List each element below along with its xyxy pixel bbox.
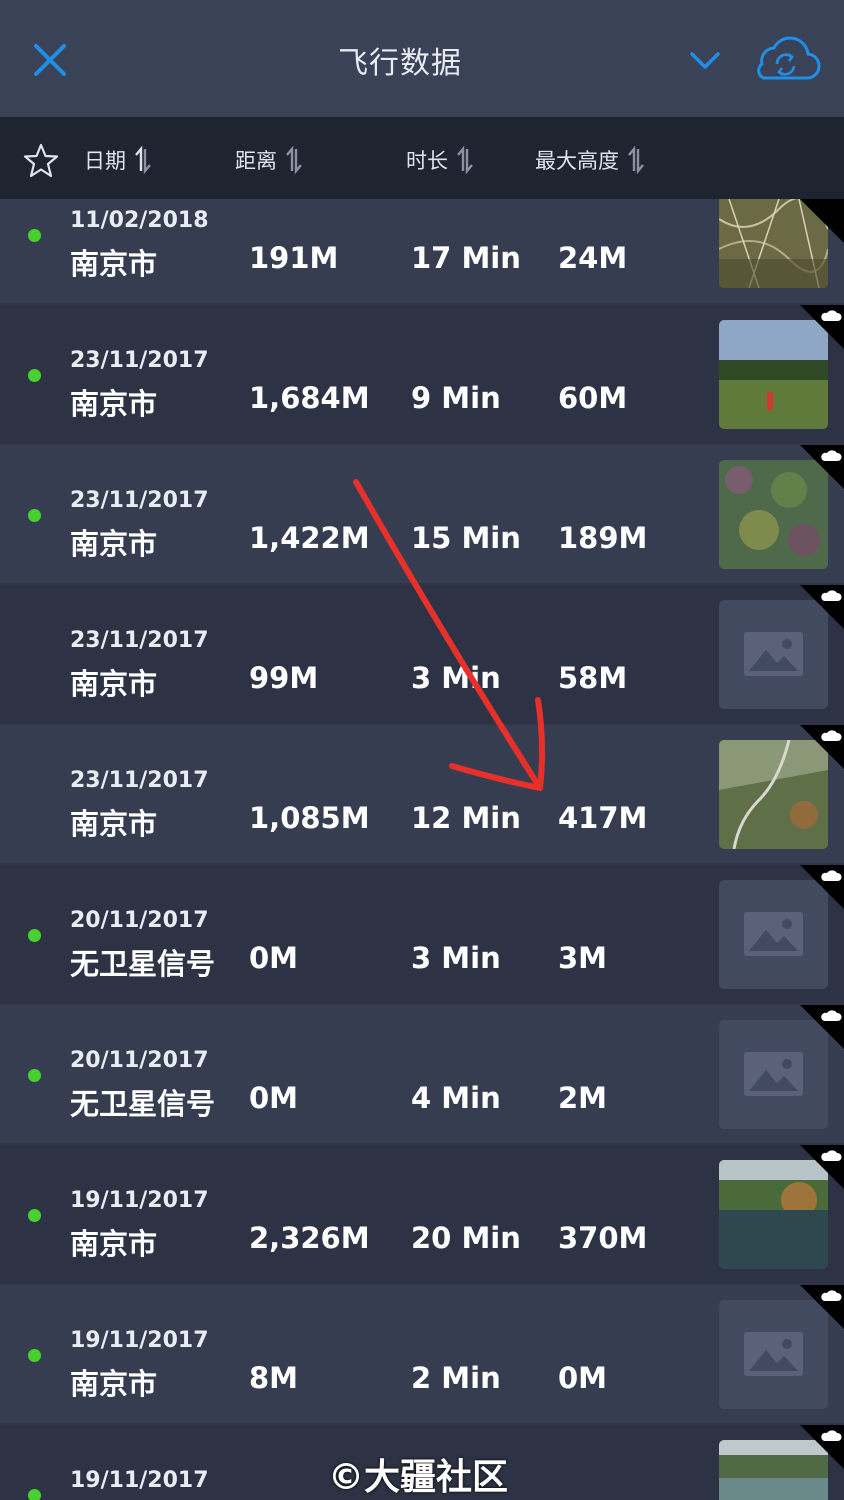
flight-location: 南京市	[70, 667, 158, 701]
cloud-corner-badge	[800, 865, 844, 909]
page-title: 飞行数据	[338, 46, 462, 81]
cloud-corner-badge	[800, 1285, 844, 1329]
cloud-corner-badge	[800, 1145, 844, 1189]
flight-duration: 3 Min	[411, 941, 501, 975]
flight-list: 11/02/2018 南京市 191M 17 Min 24M 23/11/201…	[0, 199, 844, 1500]
flight-date: 19/11/2017	[70, 1468, 209, 1493]
sort-date-button[interactable]: 日期	[84, 145, 154, 175]
flight-distance: 2,326M	[249, 1221, 370, 1255]
flight-distance: 8M	[249, 1361, 299, 1395]
cloud-corner-badge	[800, 199, 844, 243]
flight-date: 23/11/2017	[70, 488, 209, 513]
column-duration-label: 时长	[406, 149, 448, 173]
flight-record-row[interactable]: 23/11/2017 南京市 1,085M 12 Min 417M	[0, 725, 844, 863]
sort-icon	[457, 145, 473, 175]
flight-location: 无卫星信号	[70, 1087, 216, 1121]
cloud-corner-badge	[800, 305, 844, 349]
star-icon	[23, 143, 59, 178]
flight-distance: 191M	[249, 241, 339, 275]
flight-distance: 1,085M	[249, 801, 370, 835]
flight-location: 南京市	[70, 807, 158, 841]
column-distance-label: 距离	[235, 149, 277, 173]
flight-date: 19/11/2017	[70, 1328, 209, 1353]
flight-duration: 17 Min	[411, 241, 521, 275]
status-dot	[28, 369, 41, 382]
sort-icon	[628, 145, 644, 175]
column-date-label: 日期	[84, 149, 126, 173]
flight-record-row[interactable]: 11/02/2018 南京市 191M 17 Min 24M	[0, 199, 844, 303]
flight-date: 20/11/2017	[70, 908, 209, 933]
flight-duration: 20 Min	[411, 1221, 521, 1255]
cloud-sync-icon	[757, 36, 821, 80]
flight-max-altitude: 2M	[558, 1081, 608, 1115]
flight-duration: 15 Min	[411, 521, 521, 555]
flight-distance: 0M	[249, 941, 299, 975]
flight-location: 南京市	[70, 247, 158, 281]
status-dot	[28, 1209, 41, 1222]
flight-record-row[interactable]: 20/11/2017 无卫星信号 0M 3 Min 3M	[0, 865, 844, 1003]
cloud-corner-badge	[800, 1425, 844, 1469]
flight-location: 无卫星信号	[70, 947, 216, 981]
flight-location: 南京市	[70, 1367, 158, 1401]
cloud-sync-button[interactable]	[748, 30, 822, 90]
flight-record-row[interactable]: 19/11/2017 南京市 8M 2 Min 0M	[0, 1285, 844, 1423]
flight-location: 南京市	[70, 527, 158, 561]
sort-distance-button[interactable]: 距离	[235, 145, 305, 175]
flight-duration: 12 Min	[411, 801, 521, 835]
status-dot	[28, 1349, 41, 1362]
favorites-filter-button[interactable]	[22, 142, 60, 180]
flight-record-row[interactable]: 23/11/2017 南京市 1,684M 9 Min 60M	[0, 305, 844, 443]
flight-distance: 99M	[249, 661, 319, 695]
cloud-corner-badge	[800, 725, 844, 769]
flight-duration: 4 Min	[411, 1081, 501, 1115]
flight-record-row[interactable]: 20/11/2017 无卫星信号 0M 4 Min 2M	[0, 1005, 844, 1143]
flight-duration: 2 Min	[411, 1361, 501, 1395]
sort-icon	[135, 145, 151, 175]
flight-max-altitude: 370M	[558, 1221, 648, 1255]
sort-duration-button[interactable]: 时长	[406, 145, 476, 175]
flight-location: 南京市	[70, 387, 158, 421]
flight-distance: 1,422M	[249, 521, 370, 555]
flight-duration: 3 Min	[411, 661, 501, 695]
flight-date: 23/11/2017	[70, 348, 209, 373]
status-dot	[28, 1489, 41, 1500]
cloud-corner-badge	[800, 585, 844, 629]
cloud-corner-badge	[800, 445, 844, 489]
flight-distance: 0M	[249, 1081, 299, 1115]
flight-max-altitude: 3M	[558, 941, 608, 975]
cloud-corner-badge	[800, 1005, 844, 1049]
sort-altitude-button[interactable]: 最大高度	[535, 145, 647, 175]
flight-date: 19/11/2017	[70, 1188, 209, 1213]
flight-duration: 9 Min	[411, 381, 501, 415]
dropdown-button[interactable]	[682, 40, 728, 80]
column-altitude-label: 最大高度	[535, 149, 619, 173]
status-dot	[28, 229, 41, 242]
flight-date: 23/11/2017	[70, 768, 209, 793]
flight-max-altitude: 189M	[558, 521, 648, 555]
flight-record-row[interactable]: 19/11/2017 南京市 2,326M 20 Min 370M	[0, 1145, 844, 1283]
flight-max-altitude: 0M	[558, 1361, 608, 1395]
flight-record-row[interactable]: 23/11/2017 南京市 1,422M 15 Min 189M	[0, 445, 844, 583]
flight-max-altitude: 417M	[558, 801, 648, 835]
sort-icon	[286, 145, 302, 175]
chevron-down-icon	[690, 52, 720, 69]
flight-location: 南京市	[70, 1227, 158, 1261]
status-dot	[28, 509, 41, 522]
watermark: ©大疆社区	[328, 1457, 509, 1498]
status-dot	[28, 929, 41, 942]
flight-distance: 1,684M	[249, 381, 370, 415]
flight-max-altitude: 58M	[558, 661, 628, 695]
status-dot	[28, 1069, 41, 1082]
flight-date: 11/02/2018	[70, 208, 209, 233]
flight-record-row[interactable]: 23/11/2017 南京市 99M 3 Min 58M	[0, 585, 844, 723]
flight-max-altitude: 24M	[558, 241, 628, 275]
flight-date: 23/11/2017	[70, 628, 209, 653]
flight-max-altitude: 60M	[558, 381, 628, 415]
flight-date: 20/11/2017	[70, 1048, 209, 1073]
